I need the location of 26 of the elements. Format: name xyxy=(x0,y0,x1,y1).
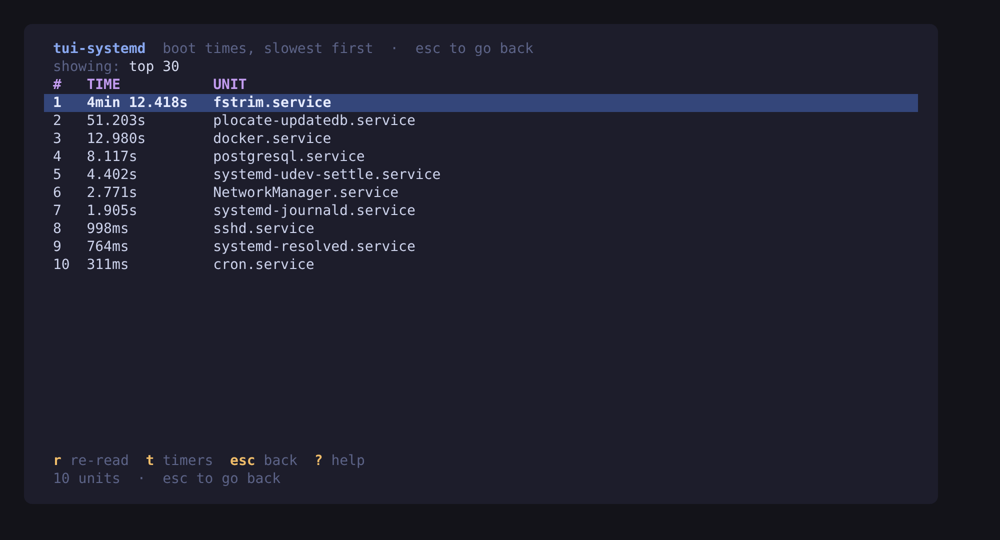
table-row[interactable]: 8 998ms sshd.service xyxy=(44,220,918,238)
table-row[interactable]: 3 12.980s docker.service xyxy=(44,130,918,148)
table-row[interactable]: 5 4.402s systemd-udev-settle.service xyxy=(44,166,918,184)
filter-value: top 30 xyxy=(128,58,180,76)
subtitle: boot times, slowest first · esc to go back xyxy=(162,40,534,58)
table-row[interactable]: 4 8.117s postgresql.service xyxy=(44,148,918,166)
key-label: back xyxy=(264,452,298,470)
column-header: TIME xyxy=(86,76,122,94)
table-row[interactable]: 7 1.905s systemd-journald.service xyxy=(44,202,918,220)
app-title: tui-systemd xyxy=(53,40,146,58)
table-row[interactable]: 6 2.771s NetworkManager.service xyxy=(44,184,918,202)
table-row[interactable]: 2 51.203s plocate-updatedb.service xyxy=(44,112,918,130)
column-header: UNIT xyxy=(213,76,248,94)
status-text: 10 units · esc to go back xyxy=(53,470,281,488)
key-label: timers xyxy=(162,452,214,470)
key-label: help xyxy=(331,452,365,470)
key-hint: esc xyxy=(230,452,256,470)
key-label: re-read xyxy=(70,452,129,470)
table-row[interactable]: 10 311ms cron.service xyxy=(44,256,918,274)
filter-label: showing: xyxy=(53,58,120,76)
key-hint: ? xyxy=(314,452,323,470)
key-hint: t xyxy=(146,452,154,470)
table-row[interactable]: 1 4min 12.418s fstrim.service xyxy=(44,94,918,112)
column-header: # xyxy=(53,76,62,94)
key-hint: r xyxy=(53,452,62,470)
table-row[interactable]: 9 764ms systemd-resolved.service xyxy=(44,238,918,256)
